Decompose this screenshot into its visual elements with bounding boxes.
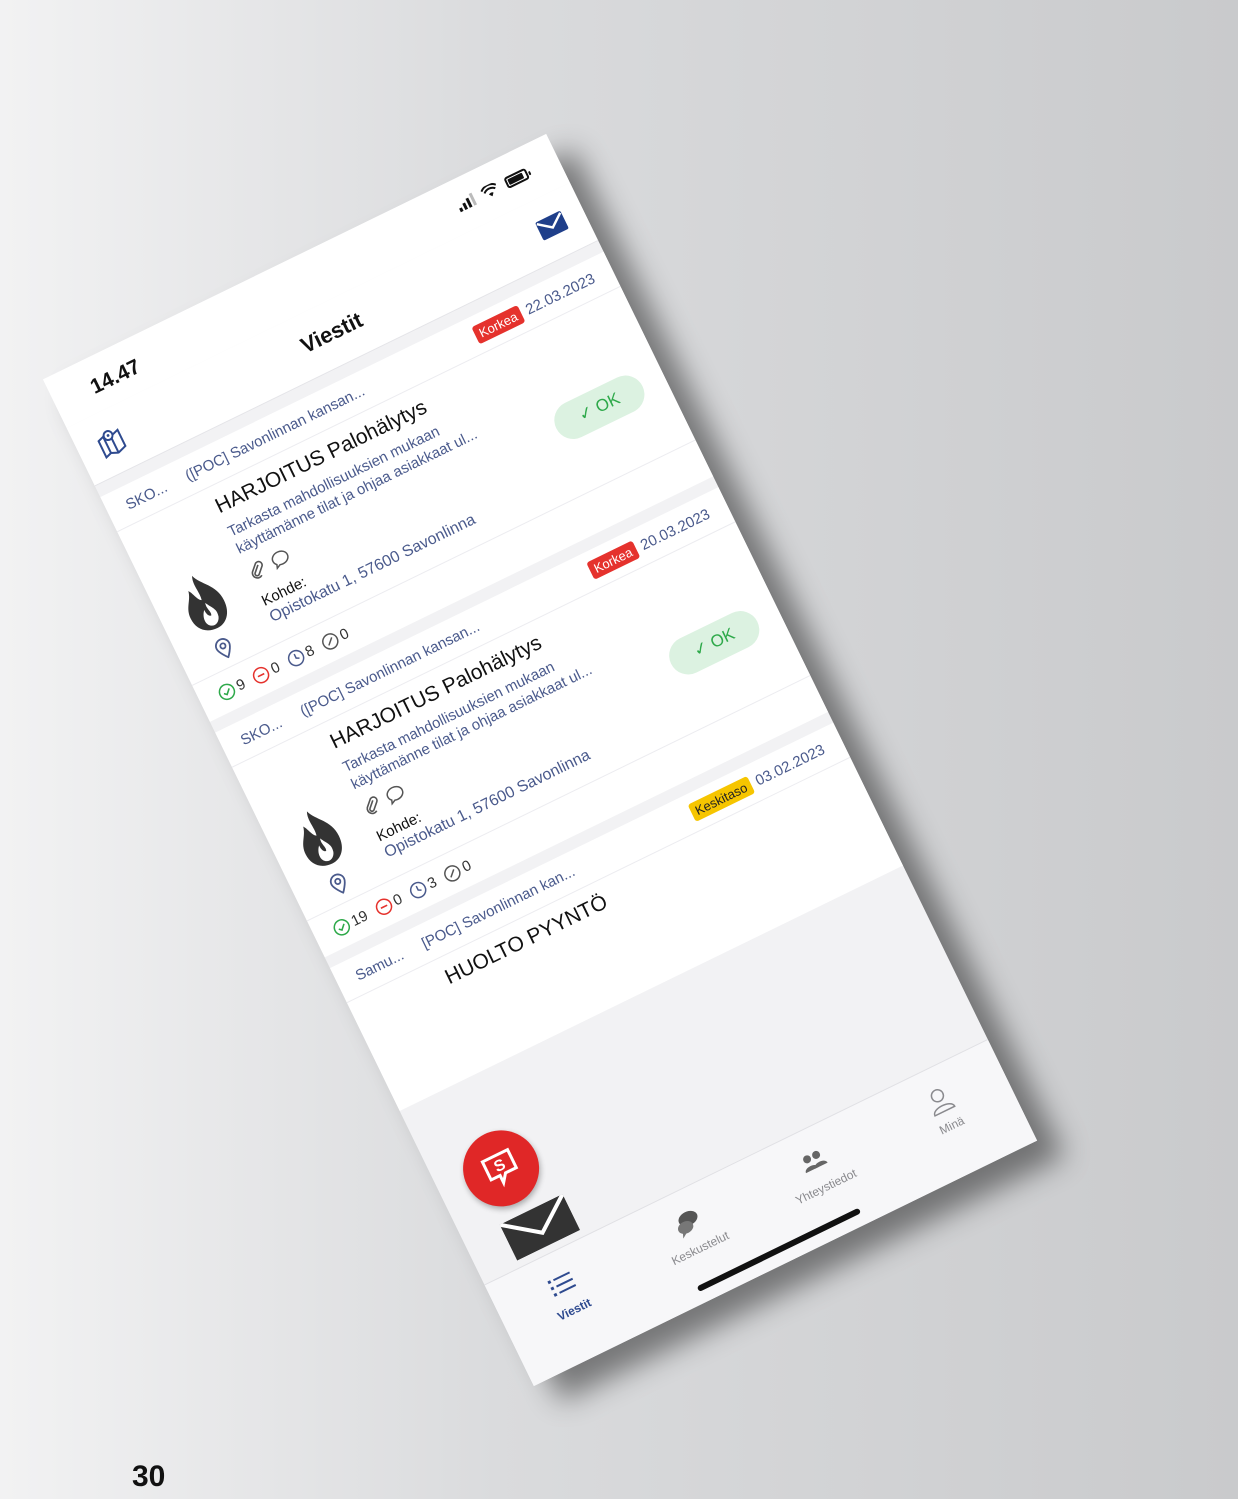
sender: SKO...: [237, 713, 285, 749]
stat-ok: 9: [215, 675, 248, 703]
comment-icon: [271, 550, 289, 571]
stat-rejected: 0: [372, 890, 405, 918]
stat-pending: 3: [407, 873, 440, 901]
tab-label: Minä: [937, 1113, 967, 1138]
stat-none: 0: [319, 625, 352, 653]
person-icon: [930, 1089, 956, 1117]
shield-s-icon: S: [480, 1147, 519, 1188]
signal-icon: [455, 192, 478, 213]
battery-icon: [503, 167, 530, 189]
sender: SKO...: [122, 478, 171, 514]
stat-none: 0: [441, 856, 474, 884]
comment-icon: [386, 785, 404, 806]
location-pin-icon: [215, 638, 231, 659]
stat-rejected: 0: [250, 658, 283, 686]
list-icon: [547, 1271, 577, 1297]
stat-pending: 8: [284, 641, 317, 669]
phone-screen: 14.47 Viestit SKO... ([POC] Savonlinnan …: [42, 133, 1038, 1387]
attachment-icon: [251, 560, 263, 579]
page-number: 30: [132, 1460, 166, 1493]
attachment-icon: [366, 796, 378, 815]
contacts-icon: [803, 1150, 828, 1174]
chat-bubbles-icon: [678, 1210, 698, 1239]
wifi-icon: [480, 183, 497, 197]
stat-ok: 19: [330, 907, 371, 938]
fire-icon: [303, 811, 342, 866]
location-pin-icon: [329, 873, 346, 894]
fire-icon: [188, 575, 228, 631]
status-icons: [455, 167, 530, 213]
sos-fab-button[interactable]: S: [450, 1117, 552, 1220]
